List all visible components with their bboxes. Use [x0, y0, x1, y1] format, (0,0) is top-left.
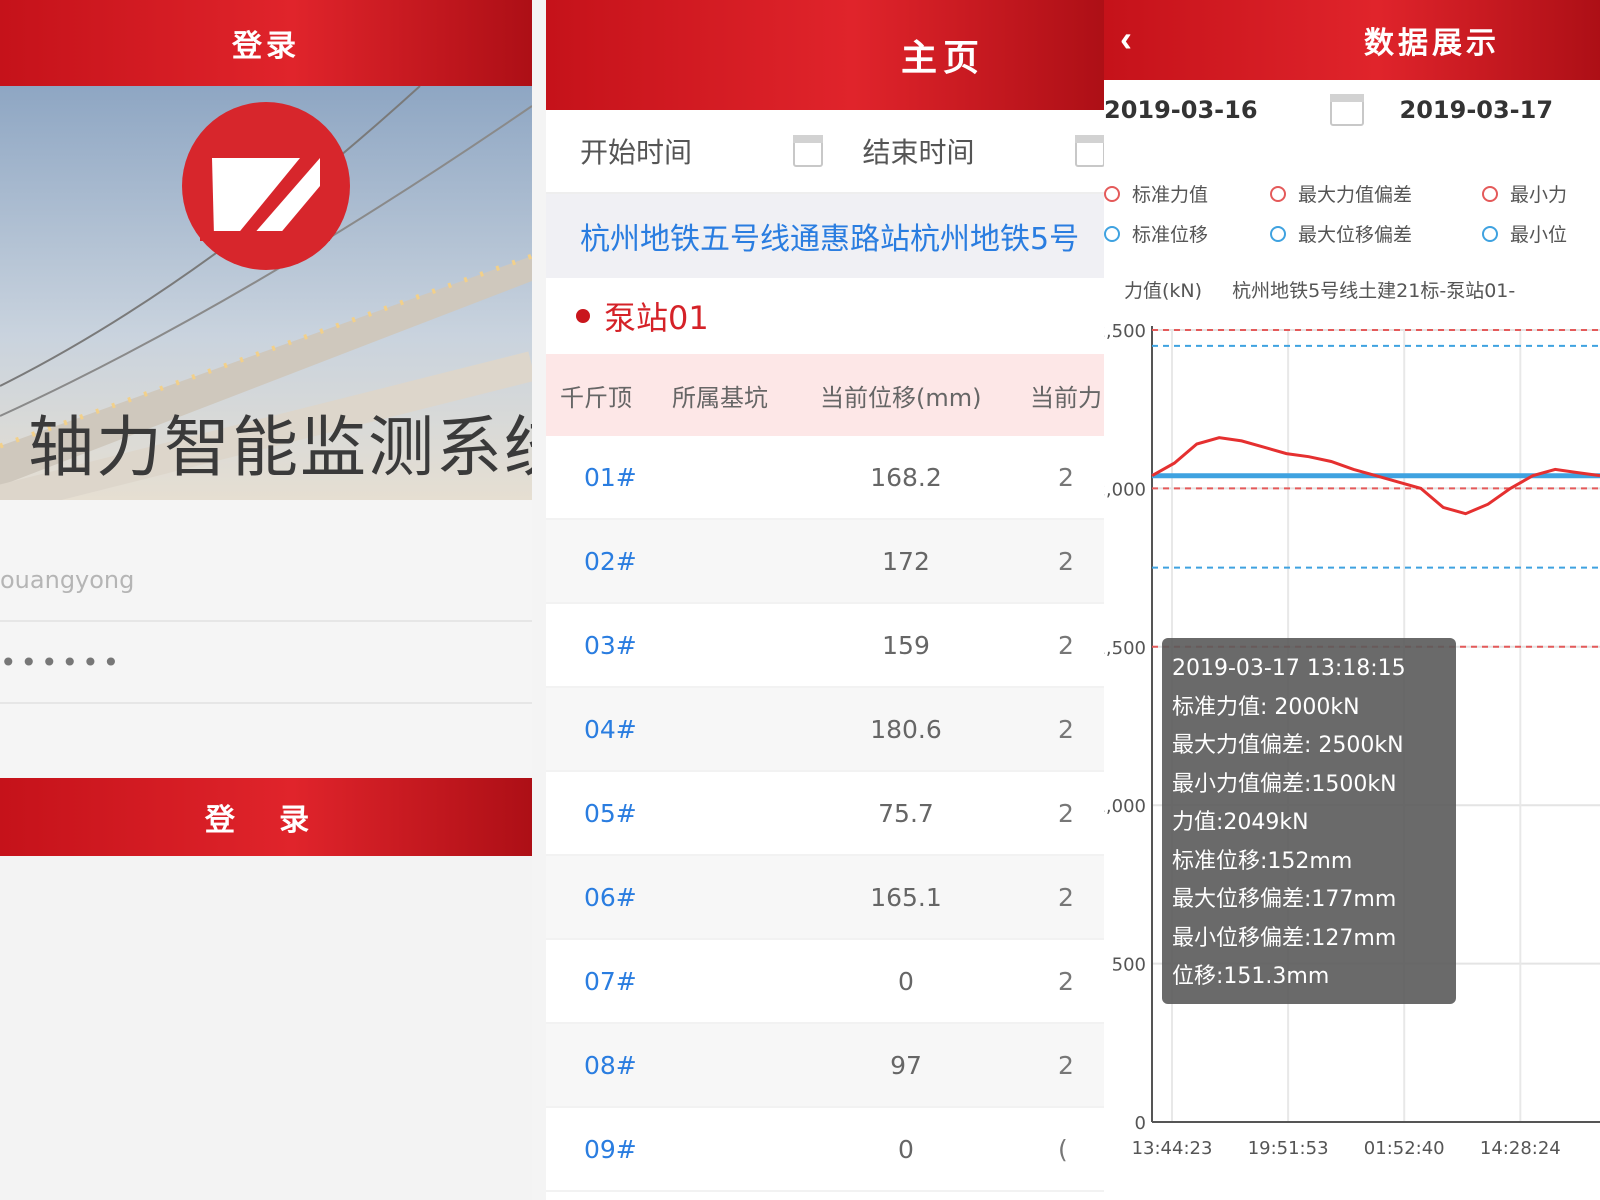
calendar-icon[interactable] — [1075, 135, 1105, 167]
y-tick-label: 1,000 — [1104, 796, 1146, 817]
data-screen: ‹ 数据展示 2019-03-16 2019-03-17 标准力值 最大力值偏差… — [1104, 0, 1600, 1200]
displacement-value: 75.7 — [878, 798, 934, 828]
calendar-icon[interactable] — [1329, 94, 1364, 126]
y-tick-label: 0 — [1135, 1113, 1146, 1134]
login-form — [0, 500, 532, 780]
force-value: 2 — [1058, 966, 1074, 996]
y-tick-label: 1,500 — [1104, 638, 1146, 659]
status-dot-icon — [576, 309, 590, 323]
jack-id[interactable]: 07# — [546, 967, 806, 996]
username-input[interactable] — [0, 566, 532, 594]
table-row[interactable]: 06# 165.1 2 — [546, 856, 1105, 940]
force-value: 2 — [1058, 714, 1074, 744]
y-tick-label: 500 — [1112, 955, 1146, 976]
table-row[interactable]: 05# 75.7 2 — [546, 772, 1105, 856]
app-title: 轴力智能监测系统 — [28, 409, 532, 486]
jack-id[interactable]: 08# — [546, 1051, 806, 1080]
password-input[interactable] — [0, 645, 532, 679]
x-tick-label: 19:51:53 — [1248, 1138, 1329, 1159]
table-row[interactable]: 02# 172 2 — [546, 520, 1105, 604]
tooltip-line: 位移:151.3mm — [1172, 964, 1330, 989]
table-row[interactable]: 04# 180.6 2 — [546, 688, 1105, 772]
force-value: 2 — [1058, 1050, 1074, 1080]
pump-station-name: 泵站01 — [604, 299, 709, 337]
station-selector[interactable]: 杭州地铁五号线通惠路站杭州地铁5号 — [546, 194, 1105, 278]
jack-id[interactable]: 02# — [546, 547, 806, 576]
displacement-value: 168.2 — [870, 462, 942, 492]
tooltip-line: 标准力值: 2000kN — [1172, 694, 1360, 720]
table-row[interactable]: 03# 159 2 — [546, 604, 1105, 688]
date-range-row: 2019-03-16 2019-03-17 — [1104, 80, 1600, 142]
jack-id[interactable]: 01# — [546, 463, 806, 492]
tooltip-line: 最小位移偏差:127mm — [1172, 925, 1397, 951]
force-value: 2 — [1058, 462, 1074, 492]
displacement-value: 0 — [898, 966, 914, 996]
end-time-label[interactable]: 结束时间 — [863, 131, 1036, 171]
login-button[interactable]: 登 录 — [0, 778, 532, 856]
data-header-title: 数据展示 — [1364, 26, 1500, 61]
displacement-value: 0 — [898, 1134, 914, 1164]
table-row[interactable]: 07# 0 2 — [546, 940, 1105, 1024]
tooltip-line: 标准位移:152mm — [1172, 848, 1353, 874]
end-date[interactable]: 2019-03-17 — [1400, 96, 1554, 124]
pump-station-row[interactable]: 泵站01 — [546, 278, 1105, 354]
tooltip-line: 最小力值偏差:1500kN — [1172, 771, 1397, 797]
home-header: 主页 — [546, 0, 1105, 110]
jack-id[interactable]: 03# — [546, 631, 806, 660]
force-value: 2 — [1058, 546, 1074, 576]
login-header: 登录 — [0, 0, 532, 86]
login-header-title: 登录 — [232, 29, 300, 64]
password-field-row — [0, 622, 532, 704]
table-row[interactable]: 01# 168.2 2 — [546, 436, 1105, 520]
column-header: 所属基坑 — [672, 383, 768, 412]
jack-table: 01# 168.2 2 02# 172 2 03# 159 2 04# 180.6 2 05# 7… — [546, 436, 1105, 1192]
chart-area: 标准力值 最大力值偏差 最小力 标准位移 最大位移偏差 最小位 力值(kN) 杭… — [1104, 140, 1600, 1200]
displacement-value: 97 — [890, 1050, 922, 1080]
chevron-left-icon[interactable]: ‹ — [1120, 18, 1132, 60]
displacement-value: 159 — [882, 630, 930, 660]
jack-id[interactable]: 05# — [546, 799, 806, 828]
force-value: 2 — [1058, 798, 1074, 828]
data-header: ‹ 数据展示 — [1104, 0, 1600, 80]
home-header-title: 主页 — [900, 38, 985, 79]
hero-banner: 轴力智能监测系统 — [0, 86, 532, 500]
y-tick-label: 2,500 — [1104, 321, 1146, 342]
chart-tooltip: 2019-03-17 13:18:15 标准力值: 2000kN 最大力值偏差:… — [1162, 638, 1456, 1004]
calendar-icon[interactable] — [792, 135, 823, 167]
tooltip-line: 力值:2049kN — [1172, 810, 1309, 835]
company-logo — [182, 102, 350, 270]
table-header: 千斤顶 所属基坑 当前位移(mm) 当前力 — [546, 354, 1105, 436]
force-value: 2 — [1058, 882, 1074, 912]
column-header: 当前力 — [1030, 383, 1102, 412]
x-tick-label: 13:44:23 — [1132, 1138, 1213, 1159]
displacement-value: 180.6 — [870, 714, 942, 744]
login-screen: 登录 轴力智能监测系统 ouangyong •••••• 登 录 — [0, 0, 532, 1200]
jack-id[interactable]: 04# — [546, 715, 806, 744]
home-screen: 主页 开始时间 结束时间 杭州地铁五号线通惠路站杭州地铁5号 泵站01 千斤顶 … — [546, 0, 1105, 1200]
date-filter-row: 开始时间 结束时间 — [546, 110, 1105, 194]
displacement-value: 165.1 — [870, 882, 942, 912]
username-field-row — [0, 540, 532, 622]
jack-id[interactable]: 06# — [546, 883, 806, 912]
tooltip-line: 2019-03-17 13:18:15 — [1172, 656, 1406, 681]
force-value: 2 — [1058, 630, 1074, 660]
force-value: ( — [1058, 1134, 1068, 1164]
column-header: 千斤顶 — [560, 383, 632, 412]
tooltip-line: 最大位移偏差:177mm — [1172, 887, 1397, 912]
table-row[interactable]: 09# 0 ( — [546, 1108, 1105, 1192]
tooltip-line: 最大力值偏差: 2500kN — [1172, 733, 1404, 758]
displacement-value: 172 — [882, 546, 930, 576]
column-header: 当前位移(mm) — [820, 383, 982, 412]
y-tick-label: 2,000 — [1104, 479, 1146, 500]
jack-id[interactable]: 09# — [546, 1135, 806, 1164]
x-tick-label: 01:52:40 — [1364, 1138, 1445, 1159]
x-tick-label: 14:28:24 — [1480, 1138, 1561, 1159]
start-date[interactable]: 2019-03-16 — [1104, 96, 1258, 124]
start-time-label[interactable]: 开始时间 — [580, 131, 753, 171]
table-row[interactable]: 08# 97 2 — [546, 1024, 1105, 1108]
